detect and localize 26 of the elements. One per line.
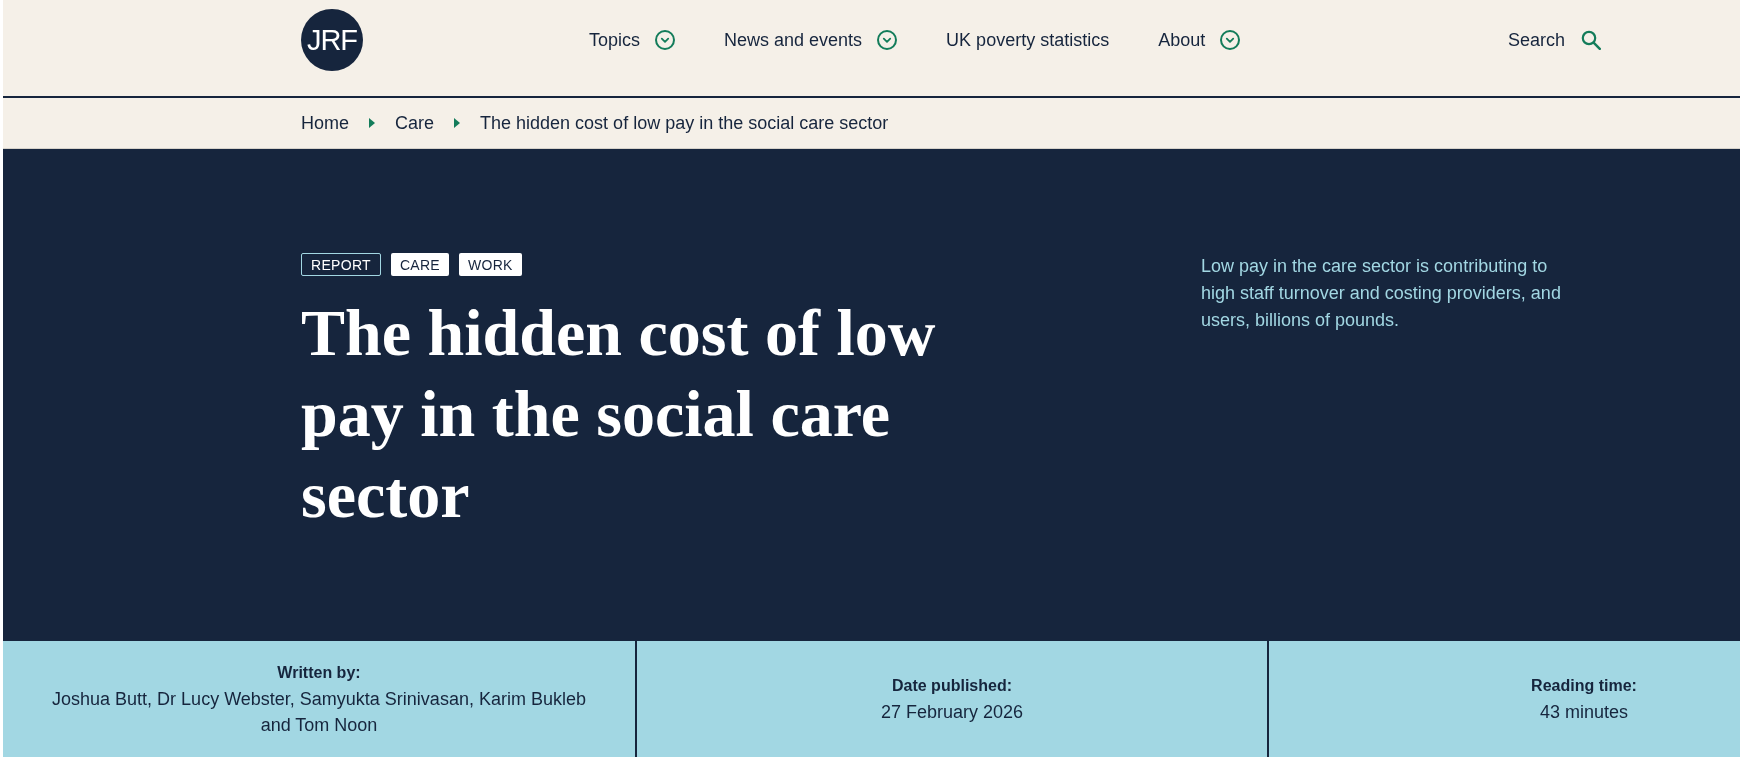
info-label: Date published: (892, 676, 1012, 696)
search-icon (1581, 30, 1601, 50)
caret-right-icon (369, 118, 375, 128)
info-label: Reading time: (1531, 676, 1637, 696)
nav-menu-button[interactable]: News and events (724, 29, 898, 51)
chevron-down-icon (877, 30, 898, 50)
category-tag[interactable]: CARE (390, 253, 449, 276)
caret-right-icon (454, 118, 461, 128)
info-value: Joshua Butt, Dr Lucy Webster, Samyukta Srinivasan, Karim Bukleb and Tom Noon (51, 688, 587, 737)
category-tag[interactable]: REPORT (301, 253, 381, 276)
chevron-down-icon (655, 30, 676, 50)
nav-link[interactable]: UK poverty statistics (946, 29, 1110, 51)
breadcrumb-current: The hidden cost of low pay in the social care sector (480, 112, 889, 134)
breadcrumb-link[interactable]: Care (395, 112, 435, 134)
category-tag[interactable]: WORK (459, 253, 522, 276)
chevron-down-icon (1220, 30, 1241, 50)
nav-menu-button[interactable]: Topics (589, 29, 676, 51)
breadcrumb-link[interactable]: Home (301, 112, 349, 134)
info-value: 27 February 2026 (880, 701, 1024, 724)
info-label: Written by: (277, 663, 361, 683)
site-logo[interactable]: JRF (301, 9, 363, 71)
info-value: 43 minutes (1539, 701, 1629, 724)
article-title: The hidden cost of low pay in the social care sector (301, 295, 937, 533)
search-button[interactable]: Search (1507, 29, 1601, 51)
article-summary: Low pay in the care sector is contributing to high staff turnover and costing providers, and users, billions of pounds. (1201, 255, 1562, 332)
nav-menu-button[interactable]: About (1158, 29, 1241, 51)
